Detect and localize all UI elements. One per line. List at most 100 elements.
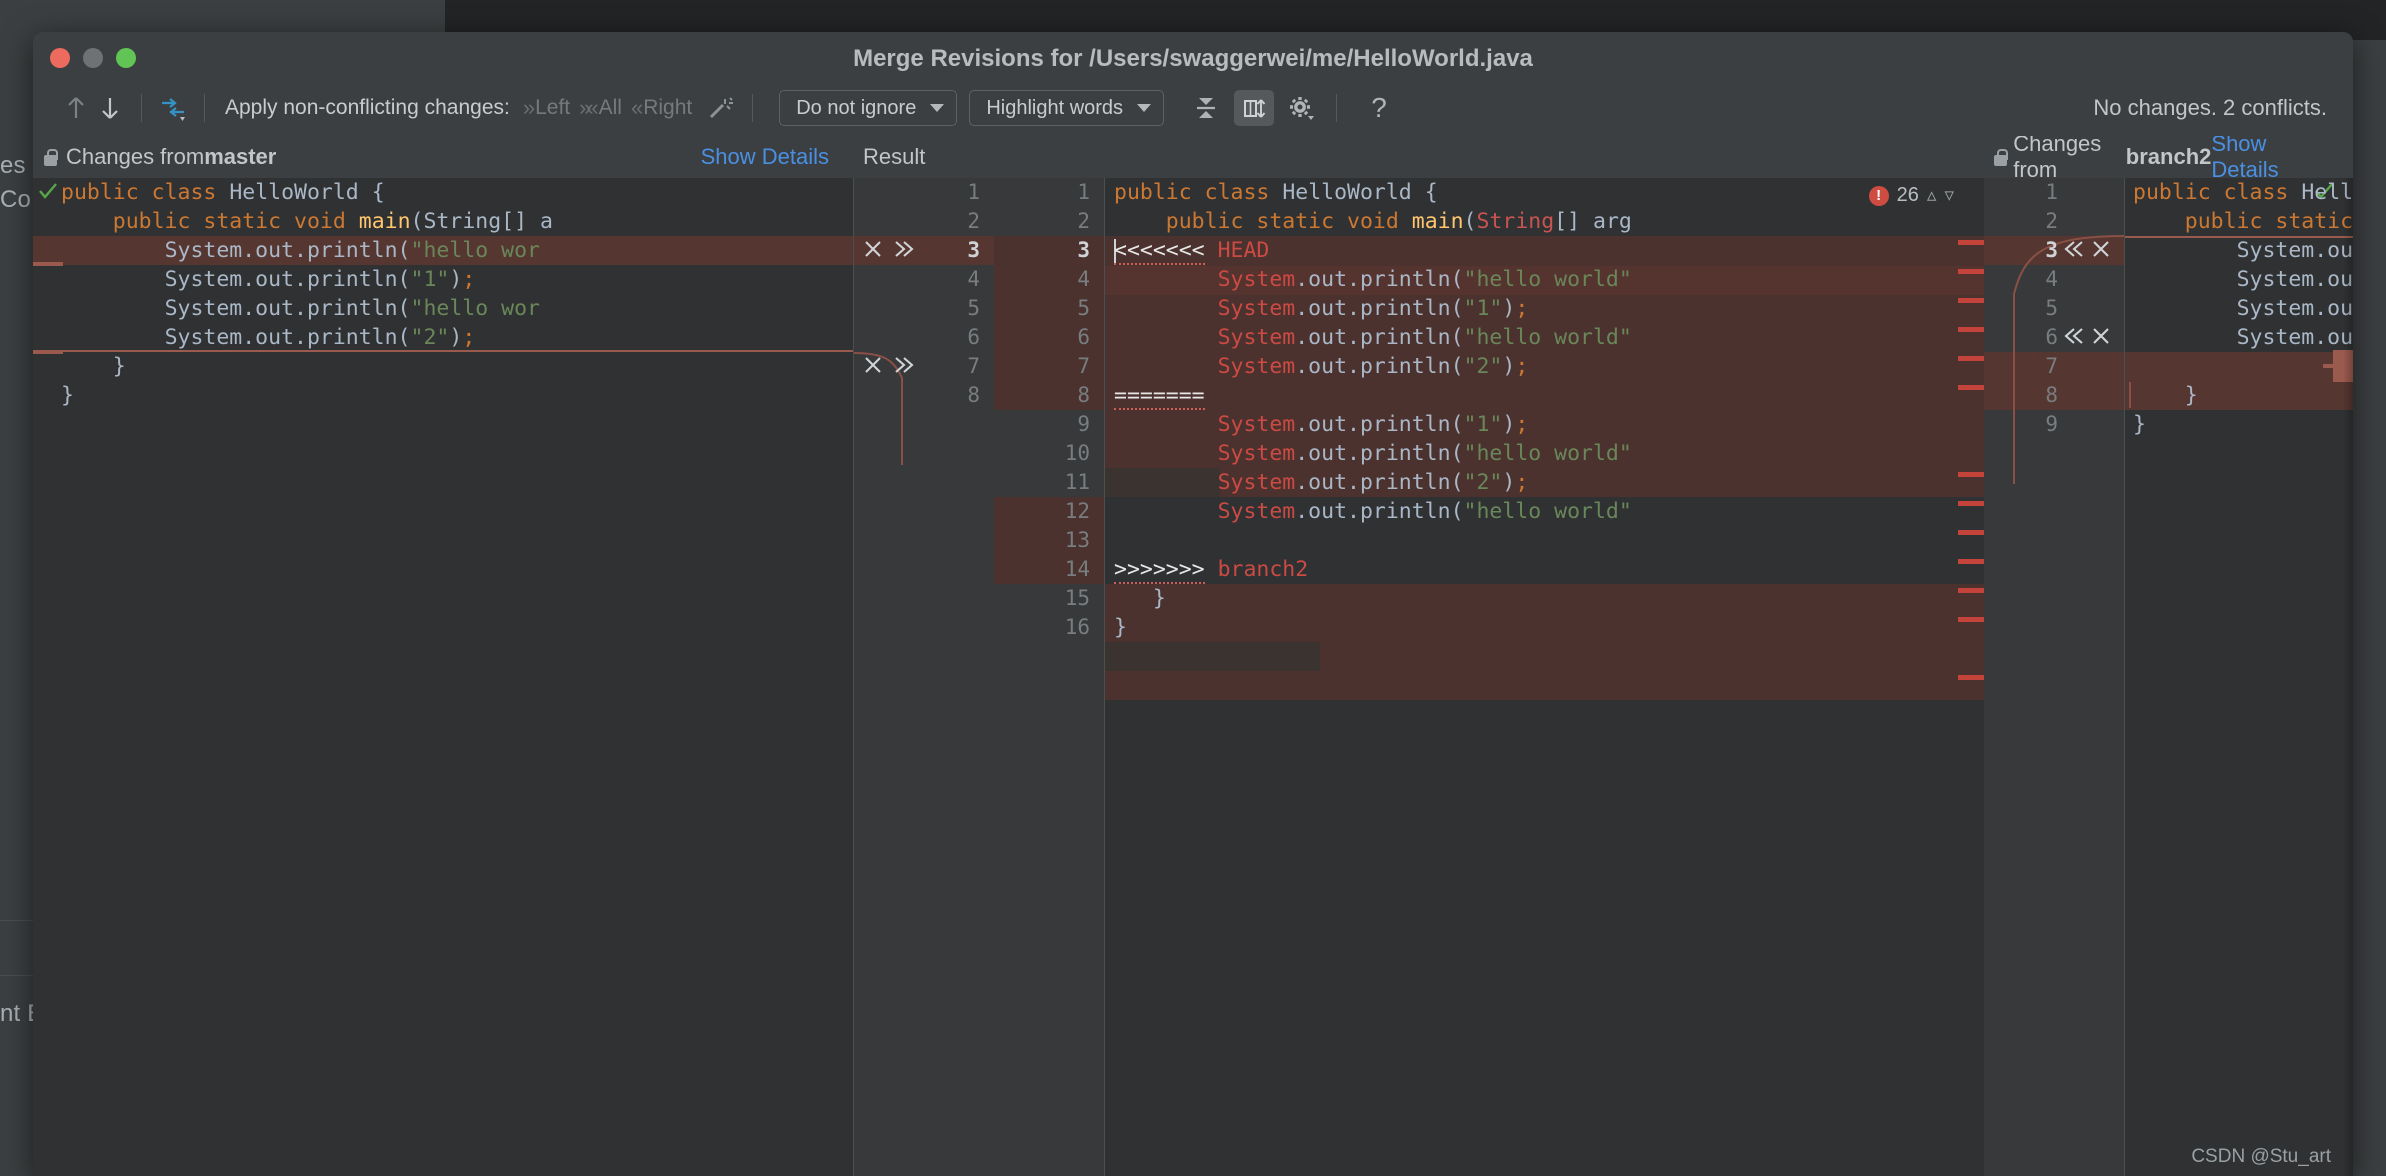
apply-right-button[interactable]: « Right <box>631 95 692 121</box>
double-chevron-right-icon: » <box>522 95 535 120</box>
arrow-down-icon[interactable] <box>93 91 127 125</box>
line-number: 14 <box>1064 557 1090 581</box>
apply-left-button[interactable]: » Left <box>523 95 570 121</box>
code-line: System.out.println("hello world" <box>1217 325 1632 350</box>
line-number: 3 <box>1077 238 1090 262</box>
left-header-prefix: Changes from <box>66 144 205 169</box>
line-number: 1 <box>967 180 980 204</box>
code-line: System.out.println("2"); <box>1217 470 1529 495</box>
help-icon[interactable]: ? <box>1359 90 1399 126</box>
line-number: 10 <box>1064 441 1090 465</box>
right-pane-header: Changes from branch2 Show Details <box>1983 131 2353 183</box>
change-marker <box>1958 675 1984 680</box>
line-number: 3 <box>2045 238 2058 262</box>
code-line: System.out.println("hello world" <box>2236 325 2353 350</box>
apply-all-button[interactable]: »« All <box>579 95 622 121</box>
code-line: System.out.println("hello world" <box>2236 267 2353 292</box>
line-number: 2 <box>967 209 980 233</box>
pane-headers: Changes from master Show Details Result … <box>33 131 2353 182</box>
right-code-content: public class HelloWorld { public static … <box>2125 178 2353 439</box>
line-number: 3 <box>967 238 980 262</box>
left-pane-header: Changes from master Show Details <box>33 144 853 170</box>
line-number: 7 <box>967 354 980 378</box>
reject-change-button[interactable] <box>862 354 884 382</box>
code-line: System.out.println("hello world" <box>1217 441 1632 466</box>
line-number: 2 <box>2045 209 2058 233</box>
left-editor-pane[interactable]: public class HelloWorld { public static … <box>33 178 853 1176</box>
reject-change-button[interactable] <box>2090 238 2112 266</box>
conflict-tail-label: branch2 <box>1217 557 1309 582</box>
result-header: Result <box>853 144 993 170</box>
left-header-branch: master <box>204 144 277 169</box>
line-number: 1 <box>2045 180 2058 204</box>
line-number: 8 <box>2045 383 2058 407</box>
line-number: 9 <box>2045 412 2058 436</box>
line-number: 6 <box>2045 325 2058 349</box>
left-code-content: public class HelloWorld { public static … <box>33 178 853 410</box>
gear-icon[interactable] <box>1282 90 1322 126</box>
code-line: System.out.println("1"); <box>1217 296 1529 321</box>
result-tail-chip <box>1105 642 1320 671</box>
code-line: public class HelloWorld { <box>1114 180 1438 205</box>
title-bar: Merge Revisions for /Users/swaggerwei/me… <box>33 32 2353 80</box>
lock-icon <box>43 148 58 166</box>
line-number: 8 <box>1077 383 1090 407</box>
right-gutter[interactable]: 1 2 3 4 5 6 7 8 9 <box>1984 178 2124 1176</box>
line-number: 11 <box>1064 470 1090 494</box>
collapse-unchanged-icon[interactable] <box>1186 90 1226 126</box>
toolbar-separator-4 <box>1336 94 1338 122</box>
merge-status-text: No changes. 2 conflicts. <box>2093 95 2327 120</box>
reject-change-button[interactable] <box>862 238 884 266</box>
line-number: 16 <box>1064 615 1090 639</box>
code-line: public static void main(String[] arg <box>2184 209 2353 234</box>
window-title: Merge Revisions for /Users/swaggerwei/me… <box>853 45 1533 72</box>
accept-change-button[interactable] <box>2062 238 2086 266</box>
accept-change-button[interactable] <box>2062 325 2086 353</box>
line-number: 5 <box>2045 296 2058 320</box>
line-number: 1 <box>1077 180 1090 204</box>
code-line: public static void main(String[] a <box>112 209 553 234</box>
code-line: } <box>112 354 126 379</box>
backdrop-text-1: es <box>0 152 26 179</box>
merge-editors: public class HelloWorld { public static … <box>33 178 2353 1176</box>
code-line: System.out.println("hello wor <box>164 296 540 321</box>
highlight-mode-select[interactable]: Highlight words <box>969 90 1165 126</box>
line-number: 4 <box>1077 267 1090 291</box>
ignore-policy-select[interactable]: Do not ignore <box>779 90 958 126</box>
accept-change-button[interactable] <box>892 238 916 266</box>
left-gutter[interactable]: 1 2 3 4 5 6 7 8 <box>854 178 994 1176</box>
double-chevron-left-icon: « <box>630 95 643 120</box>
code-line: System.out.println("2"); <box>1217 354 1529 379</box>
result-line-numbers: 1 2 3 4 5 6 7 8 9 10 11 12 13 14 15 16 <box>994 178 1090 642</box>
apply-changes-label: Apply non-conflicting changes: <box>225 96 510 119</box>
chevron-down-icon <box>930 104 945 112</box>
arrow-up-icon[interactable] <box>59 91 93 125</box>
line-number: 12 <box>1064 499 1090 523</box>
code-line: System.out.println("2"); <box>164 325 476 350</box>
auto-resolve-icon[interactable] <box>156 91 190 125</box>
side-by-side-viewer-icon[interactable] <box>1234 90 1275 126</box>
reject-change-button[interactable] <box>2090 325 2112 353</box>
code-line: } <box>1114 615 1127 640</box>
toolbar: Apply non-conflicting changes: » Left »«… <box>33 80 2353 136</box>
right-show-details-link[interactable]: Show Details <box>2211 131 2325 183</box>
magic-wand-icon[interactable] <box>704 91 738 125</box>
code-line: public static void main(String[] arg <box>1165 209 1632 234</box>
conflict-tail-marker: >>>>>>> <box>1114 557 1205 584</box>
line-number: 6 <box>1077 325 1090 349</box>
highlight-mode-value: Highlight words <box>986 96 1124 119</box>
right-line-numbers: 1 2 3 4 5 6 7 8 9 <box>2014 178 2058 439</box>
right-editor-pane[interactable]: public class HelloWorld { public static … <box>2125 178 2353 1176</box>
merge-dialog: Merge Revisions for /Users/swaggerwei/me… <box>33 32 2353 1176</box>
left-show-details-link[interactable]: Show Details <box>701 144 829 170</box>
code-line: System.out.println("1"); <box>1217 412 1529 437</box>
conflict-head-marker: <<<<<<< <box>1114 238 1205 265</box>
double-chevron-both-icon: »« <box>579 95 599 120</box>
line-number: 2 <box>1077 209 1090 233</box>
line-number: 9 <box>1077 412 1090 436</box>
result-editor-pane[interactable]: 1 2 3 4 5 6 7 8 9 10 11 12 13 14 15 16 !… <box>994 178 1984 1176</box>
line-number: 8 <box>967 383 980 407</box>
accept-change-button[interactable] <box>892 354 916 382</box>
ignore-policy-value: Do not ignore <box>796 96 917 119</box>
